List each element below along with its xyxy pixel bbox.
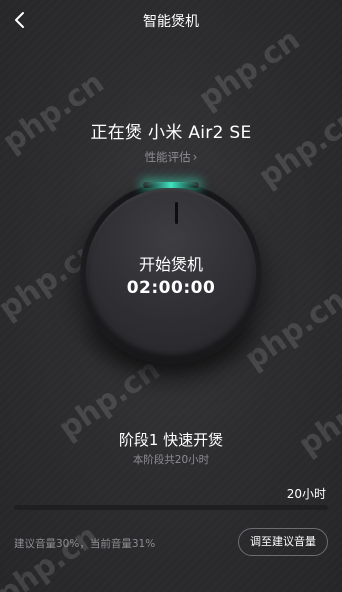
dial-face: 开始煲机 02:00:00 xyxy=(86,188,256,358)
stage-duration-label: 20小时 xyxy=(286,487,326,501)
stage-progress-bar xyxy=(14,505,328,510)
dial-pointer-mark xyxy=(175,202,178,224)
burn-in-screen: php.cn php.cn php.cn php.cn php.cn php.c… xyxy=(0,0,342,592)
dial-timer: 02:00:00 xyxy=(126,278,216,298)
dial-action-label: 开始煲机 xyxy=(138,255,203,274)
stage-subtitle: 本阶段共20小时 xyxy=(132,454,210,466)
stage-title: 阶段1 快速开煲 xyxy=(118,431,224,449)
watermark: php.cn xyxy=(252,100,342,195)
adjust-to-recommended-volume-button[interactable]: 调至建议音量 xyxy=(238,528,328,556)
start-burn-in-dial[interactable]: 开始煲机 02:00:00 xyxy=(80,182,262,364)
watermark: php.cn xyxy=(0,518,105,592)
device-status-title: 正在煲 小米 Air2 SE xyxy=(90,123,252,143)
page-title: 智能煲机 xyxy=(143,14,199,30)
chevron-right-icon: › xyxy=(192,150,198,164)
performance-evaluation-label: 性能评估 xyxy=(144,150,191,164)
performance-evaluation-link[interactable]: 性能评估 › xyxy=(0,149,342,165)
watermark: php.cn xyxy=(0,65,111,160)
volume-recommendation-text: 建议音量30%，当前音量31% xyxy=(14,538,156,550)
top-nav-bar: 智能煲机 xyxy=(0,0,342,40)
